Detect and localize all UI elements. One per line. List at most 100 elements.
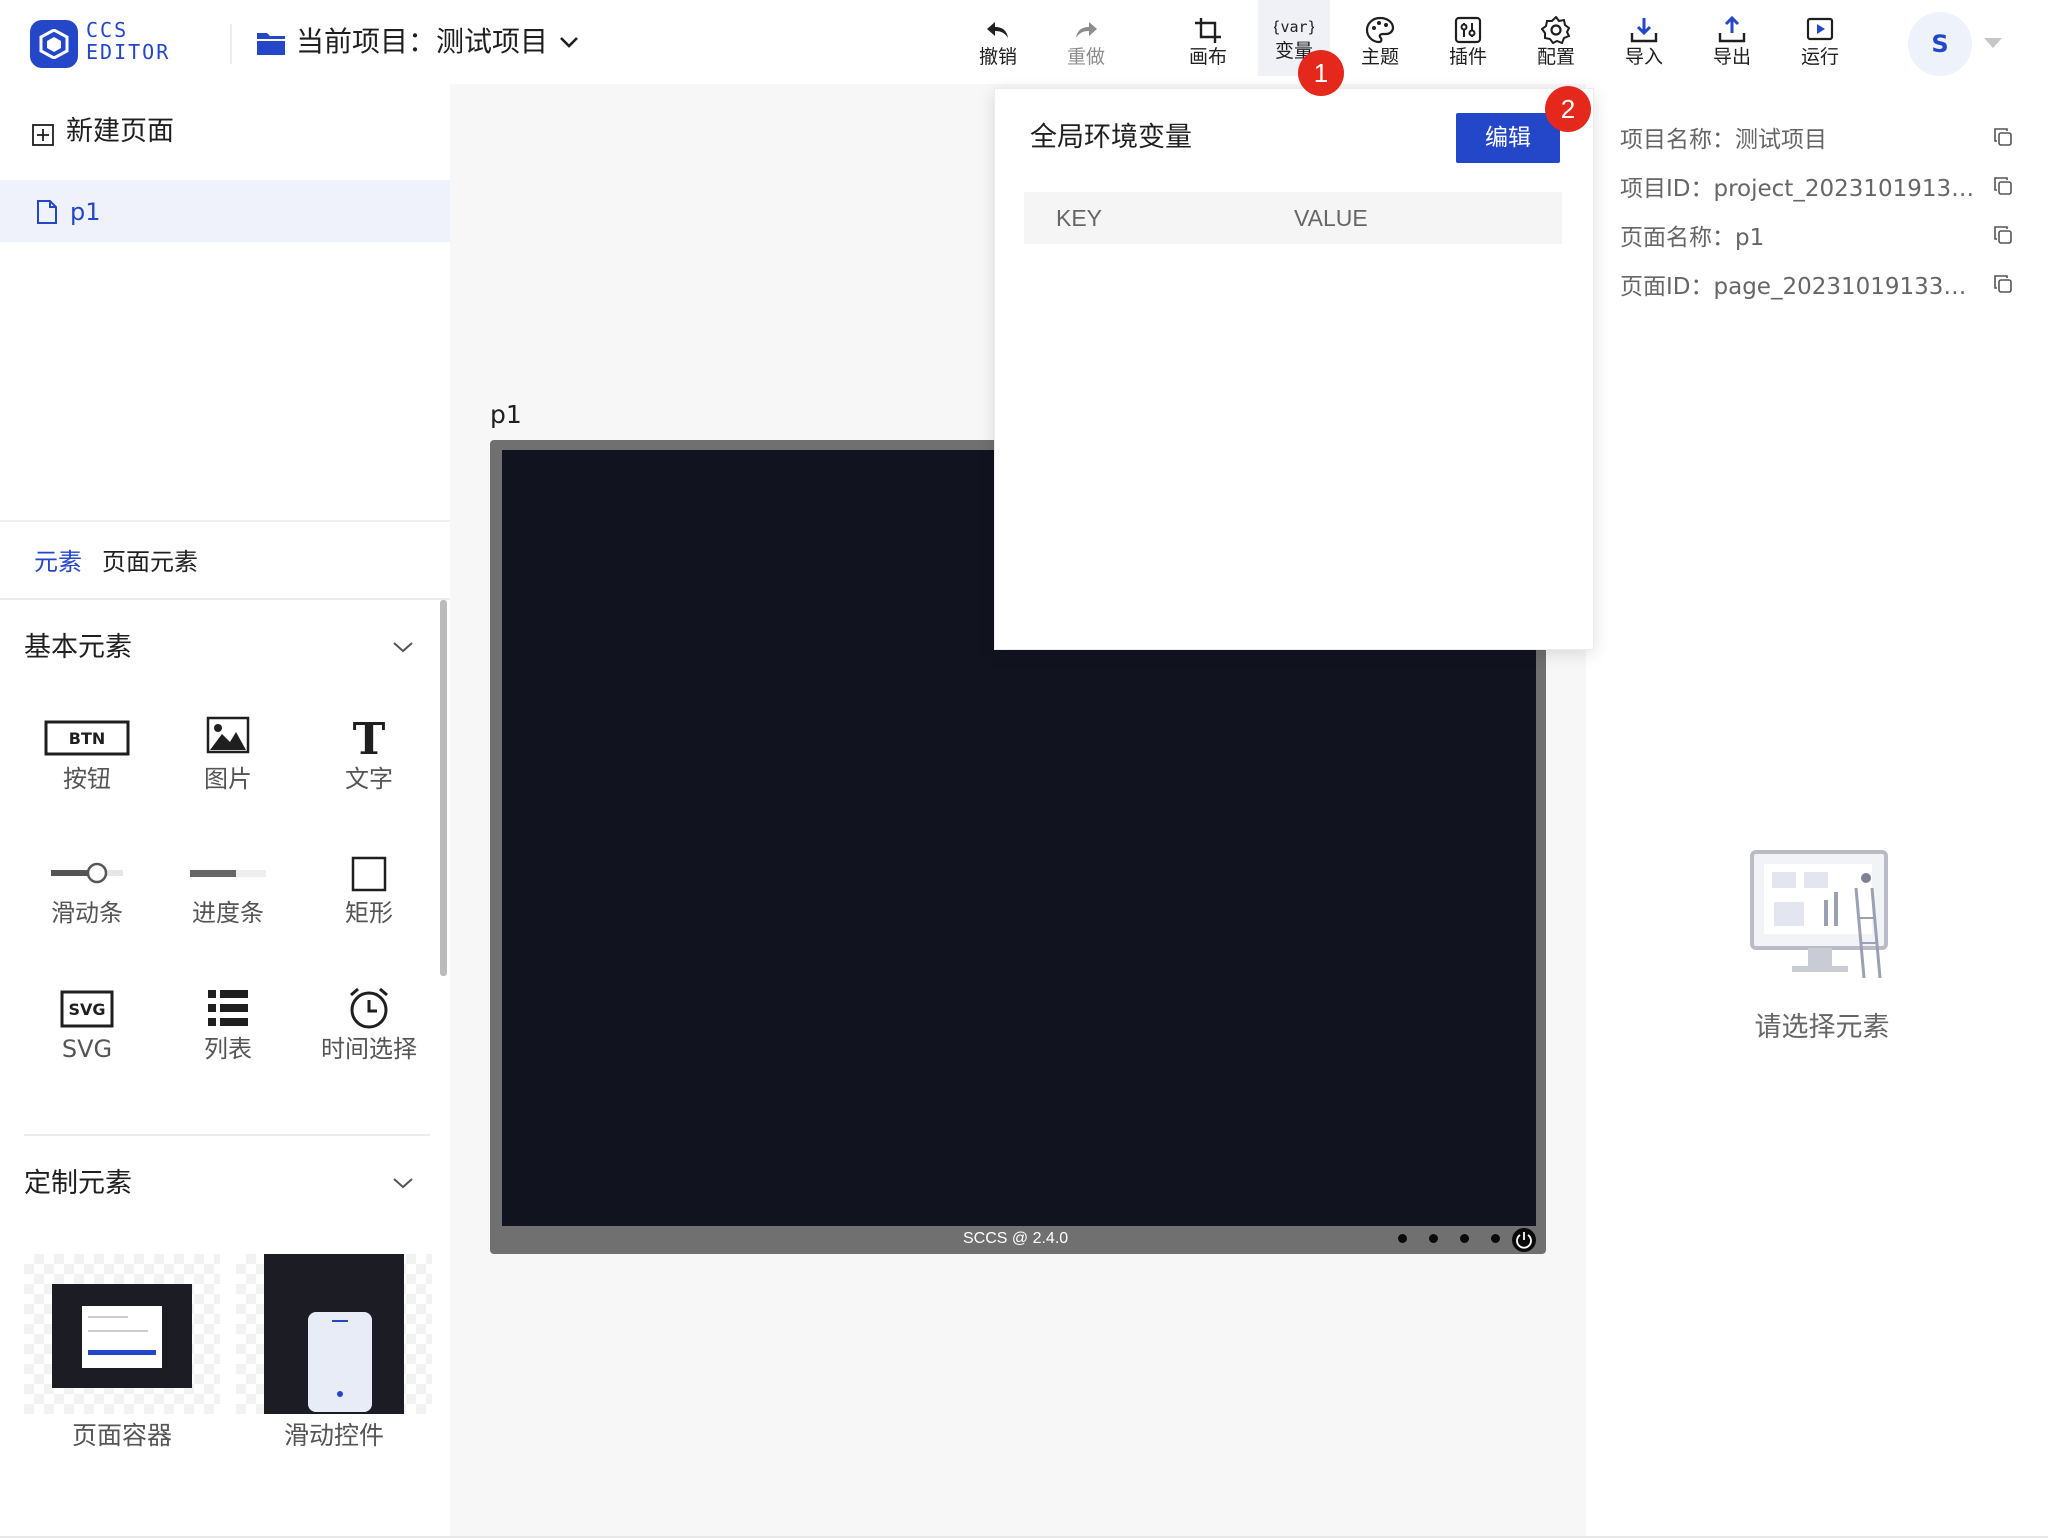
element-time-picker[interactable]: 时间选择 — [299, 986, 439, 1086]
empty-state-illustration — [1750, 850, 1888, 979]
element-label: 滑动条 — [51, 899, 123, 927]
popup-title: 全局环境变量 — [1030, 122, 1192, 153]
slide-control-preview — [264, 1254, 404, 1414]
crop-icon — [1195, 18, 1221, 43]
redo-label: 重做 — [1066, 46, 1105, 68]
svg-icon: SVG — [17, 986, 157, 1032]
page-name-info: 页面名称：p1 — [1620, 225, 1765, 251]
edit-button[interactable]: 编辑 — [1456, 113, 1560, 163]
page-list-item[interactable] — [0, 180, 450, 242]
element-text[interactable]: T 文字 — [299, 714, 439, 816]
element-rect[interactable]: 矩形 — [299, 850, 439, 950]
play-icon — [1806, 17, 1834, 41]
sliders-icon — [1454, 16, 1482, 44]
section-divider — [24, 1134, 430, 1136]
tab-elements[interactable]: 元素 — [34, 544, 82, 580]
chevron-down-icon[interactable] — [392, 1176, 414, 1190]
chevron-down-icon[interactable] — [392, 640, 414, 654]
page-dot[interactable] — [1460, 1234, 1469, 1243]
canvas-label: 画布 — [1188, 46, 1227, 68]
plugins-button[interactable]: 插件 — [1432, 8, 1504, 78]
var-icon: {var} — [1274, 18, 1314, 36]
chevron-down-icon[interactable] — [558, 34, 580, 50]
slide-control-thumbnail[interactable] — [236, 1254, 432, 1414]
new-page-button[interactable]: 新建页面 — [66, 112, 174, 152]
var-icon-text: {var} — [1274, 18, 1314, 36]
empty-state-text: 请选择元素 — [1754, 1012, 1890, 1043]
column-header-key: KEY — [1056, 205, 1103, 231]
element-label: 进度条 — [192, 899, 264, 927]
app-logo-text: CCS EDITOR — [86, 20, 196, 64]
add-page-icon[interactable] — [32, 124, 54, 146]
palette-icon — [1365, 16, 1395, 44]
theme-button[interactable]: 主题 — [1344, 8, 1416, 78]
upload-icon — [1718, 16, 1746, 43]
project-selector[interactable]: 当前项目：测试项目 — [296, 22, 548, 62]
element-button[interactable]: BTN 按钮 — [17, 716, 157, 816]
redo-button[interactable]: 重做 — [1050, 8, 1122, 78]
element-label: 矩形 — [345, 899, 393, 927]
page-dot[interactable] — [1398, 1234, 1407, 1243]
section-title-custom[interactable]: 定制元素 — [24, 1164, 132, 1204]
canvas-page-label: p1 — [490, 400, 522, 429]
config-label: 配置 — [1536, 46, 1575, 68]
copy-icon[interactable] — [1994, 275, 2012, 293]
image-icon — [158, 716, 298, 762]
export-button[interactable]: 导出 — [1696, 8, 1768, 78]
element-label: 按钮 — [63, 765, 111, 793]
slide-control-label: 滑动控件 — [283, 1421, 384, 1450]
power-icon[interactable] — [1512, 1228, 1536, 1252]
global-variables-popup — [994, 88, 1594, 650]
config-button[interactable]: 配置 — [1520, 8, 1592, 78]
app-logo-icon — [30, 20, 78, 68]
import-label: 导入 — [1624, 46, 1663, 68]
slider-icon — [17, 850, 157, 896]
element-slider[interactable]: 滑动条 — [17, 850, 157, 950]
version-text: SCCS @ 2.4.0 — [963, 1230, 1069, 1247]
undo-button[interactable]: 撤销 — [962, 8, 1034, 78]
step-badge-2: 2 — [1545, 86, 1591, 132]
btn-icon: BTN — [17, 716, 157, 762]
section-title-basic[interactable]: 基本元素 — [24, 628, 132, 668]
download-icon — [1630, 18, 1658, 43]
copy-icon[interactable] — [1994, 128, 2012, 146]
page-id-info: 页面ID：page_20231019133111... — [1620, 274, 1980, 300]
logo-line-2: EDITOR — [86, 40, 171, 64]
element-label: SVG — [61, 1035, 113, 1063]
copy-icon[interactable] — [1994, 177, 2012, 195]
avatar-caret-icon[interactable] — [1984, 38, 2002, 48]
run-button[interactable]: 运行 — [1784, 8, 1856, 78]
canvas-button[interactable]: 画布 — [1172, 8, 1244, 78]
btn-icon-text: BTN — [69, 729, 106, 748]
run-label: 运行 — [1800, 46, 1839, 68]
plugins-label: 插件 — [1448, 46, 1487, 68]
element-svg[interactable]: SVG SVG — [17, 986, 157, 1086]
panel-divider — [0, 520, 450, 522]
import-button[interactable]: 导入 — [1608, 8, 1680, 78]
element-label: 图片 — [204, 765, 252, 793]
copy-icon[interactable] — [1994, 226, 2012, 244]
page-dot[interactable] — [1429, 1234, 1438, 1243]
export-label: 导出 — [1712, 46, 1751, 68]
svg-icon-text: SVG — [68, 1000, 105, 1019]
page-container-label: 页面容器 — [71, 1421, 172, 1450]
rect-icon — [299, 850, 439, 896]
project-name-info: 项目名称：测试项目 — [1620, 127, 1827, 153]
page-container-thumbnail[interactable] — [24, 1254, 220, 1414]
user-avatar[interactable]: S — [1908, 12, 1972, 76]
page-dot[interactable] — [1491, 1234, 1500, 1243]
tab-divider — [0, 598, 450, 600]
gear-icon — [1541, 16, 1571, 44]
theme-label: 主题 — [1360, 46, 1399, 68]
column-header-value: VALUE — [1294, 205, 1368, 231]
logo-line-1: CCS — [86, 18, 129, 42]
element-list[interactable]: 列表 — [158, 986, 298, 1086]
redo-icon — [1076, 22, 1097, 38]
tab-page-elements[interactable]: 页面元素 — [102, 544, 198, 580]
element-progress[interactable]: 进度条 — [158, 850, 298, 950]
left-panel-scrollbar[interactable] — [440, 600, 447, 976]
page-list-item-label: p1 — [70, 198, 101, 226]
page-container-preview — [52, 1284, 192, 1388]
project-id-info: 项目ID：project_202310191331... — [1620, 176, 1980, 202]
element-image[interactable]: 图片 — [158, 716, 298, 816]
